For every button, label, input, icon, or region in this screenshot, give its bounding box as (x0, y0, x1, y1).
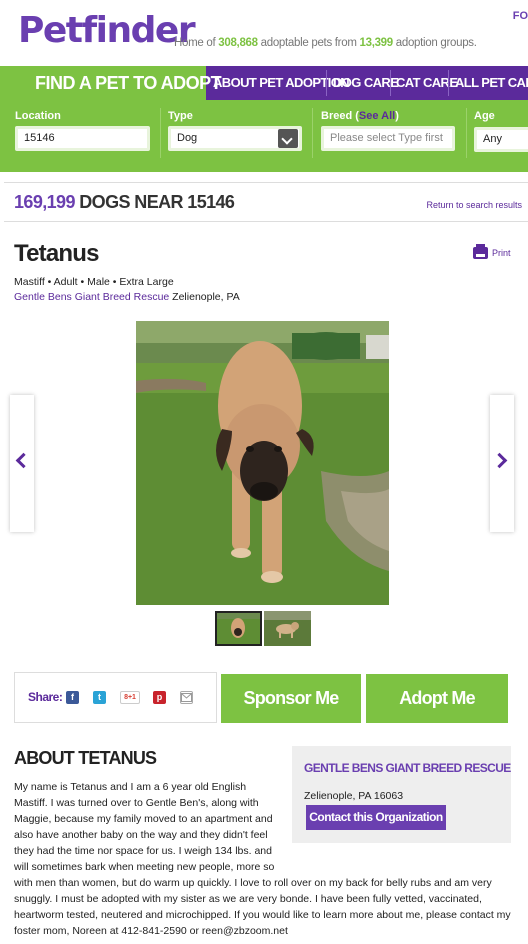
pets-count: 308,868 (218, 37, 258, 49)
location-input[interactable]: 15146 (15, 126, 150, 151)
breed-label: Breed (See All) (321, 110, 399, 122)
chevron-left-icon (15, 452, 32, 469)
previous-photo-button[interactable] (10, 395, 34, 532)
type-label: Type (168, 110, 193, 122)
see-all-breeds-link[interactable]: See All (359, 110, 395, 122)
about-text-narrow: My name is Tetanus and I am a 6 year old… (14, 781, 275, 873)
next-photo-button[interactable] (490, 395, 514, 532)
pet-details: Mastiff • Adult • Male • Extra Large (14, 276, 174, 288)
thumbnail-1-image (217, 613, 260, 644)
breed-label-text: Breed (321, 110, 353, 122)
print-link[interactable]: Print (492, 248, 511, 258)
email-icon[interactable] (180, 691, 193, 704)
nav-divider (390, 70, 391, 96)
photo-thumbnail[interactable] (215, 611, 262, 646)
location-label: Location (15, 110, 61, 122)
chevron-down-icon[interactable] (278, 129, 298, 148)
site-tagline: Home of 308,868 adoptable pets from 13,3… (174, 37, 477, 49)
twitter-icon[interactable]: t (93, 691, 106, 704)
about-description: My name is Tetanus and I am a 6 year old… (14, 779, 514, 939)
about-heading: ABOUT TETANUS (14, 748, 157, 768)
mastiff-photo-illustration (136, 321, 389, 605)
nav-tab-find-pet-label[interactable]: FIND A PET TO ADOPT (35, 73, 222, 94)
about-text-wide: with men than women, but do warm up quic… (14, 877, 511, 937)
tagline-prefix: Home of (174, 37, 219, 49)
pet-photo (136, 321, 389, 605)
nav-divider (326, 70, 327, 96)
results-number: 169,199 (14, 192, 75, 212)
results-label: DOGS NEAR 15146 (79, 192, 235, 212)
organization-link[interactable]: Gentle Bens Giant Breed Rescue (14, 291, 169, 303)
results-count: 169,199 DOGS NEAR 15146 (14, 192, 235, 213)
share-label: Share: (28, 690, 63, 704)
return-to-results-link[interactable]: Return to search results (426, 200, 522, 210)
breed-input[interactable]: Please select Type first (321, 126, 455, 151)
nav-divider (448, 70, 449, 96)
age-select[interactable]: Any (474, 127, 528, 152)
petfinder-logo[interactable]: Petfinder (18, 10, 196, 51)
field-divider (466, 108, 467, 158)
organization-box-title[interactable]: GENTLE BENS GIANT BREED RESCUE (304, 761, 511, 775)
adopt-me-button[interactable]: Adopt Me (366, 674, 508, 723)
nav-item-all-pet-care[interactable]: ALL PET CARE (455, 75, 528, 90)
sponsor-me-button[interactable]: Sponsor Me (221, 674, 361, 723)
tagline-mid: adoptable pets from (257, 37, 360, 49)
facebook-icon[interactable]: f (66, 691, 79, 704)
pet-organization: Gentle Bens Giant Breed Rescue Zelienopl… (14, 291, 240, 303)
google-plus-icon[interactable]: 8+1 (120, 691, 140, 704)
thumbnail-2-image (264, 611, 311, 646)
printer-icon[interactable] (473, 244, 488, 259)
about-text: My name is Tetanus and I am a 6 year old… (14, 779, 514, 939)
photo-thumbnail[interactable] (264, 611, 311, 646)
organization-location: Zelienople, PA (169, 291, 240, 303)
tagline-suffix: adoption groups. (392, 37, 477, 49)
pet-name: Tetanus (14, 240, 99, 267)
groups-count: 13,399 (359, 37, 394, 49)
field-divider (312, 108, 313, 158)
nav-item-dog-care[interactable]: DOG CARE (333, 75, 399, 90)
chevron-right-icon (491, 452, 508, 469)
field-divider (160, 108, 161, 158)
nav-item-about-adoption[interactable]: ABOUT PET ADOPTION (213, 75, 350, 90)
pinterest-icon[interactable]: p (153, 691, 166, 704)
header-corner-link[interactable]: FO (513, 10, 528, 22)
age-label: Age (474, 110, 495, 122)
